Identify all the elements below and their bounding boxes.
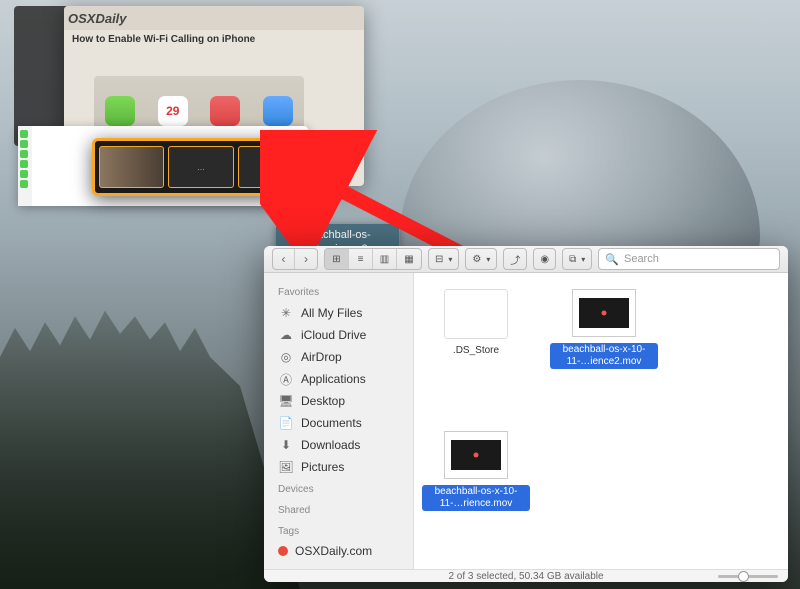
finder-sidebar: Favorites ✳ All My Files ☁ iCloud Drive ◎ Air… — [264, 273, 414, 569]
view-gallery-button[interactable]: ▦ — [397, 249, 421, 269]
sidebar-item-downloads[interactable]: ⬇ Downloads — [264, 434, 413, 456]
messages-icon — [105, 96, 135, 126]
quicktime-clip-3[interactable]: ... — [238, 146, 303, 188]
tag-dot-icon — [278, 546, 288, 556]
finder-toolbar: ‹ › ⊞ ≡ ▥ ▦ ⊟ ⚙ ⤴ ◉ ⧉ 🔍 Search — [264, 246, 788, 273]
photos-icon — [210, 96, 240, 126]
blank-file-icon — [444, 289, 508, 339]
sidebar-favorites-header: Favorites — [264, 281, 413, 302]
pictures-icon: 🖼 — [278, 459, 294, 475]
sidebar-item-desktop[interactable]: 🖥 Desktop — [264, 390, 413, 412]
sidebar-item-label: Documents — [301, 416, 362, 430]
sidebar-item-star[interactable]: ✳ All My Files — [264, 302, 413, 324]
calendar-icon: 29 — [158, 96, 188, 126]
movie-thumb-icon — [444, 431, 508, 479]
file-item[interactable]: beachball-os-x-10-11-…ience2.mov — [550, 289, 658, 369]
safari-icon — [263, 96, 293, 126]
sidebar-item-label: OSXDaily.com — [295, 544, 372, 558]
article-headline: How to Enable Wi-Fi Calling on iPhone — [64, 30, 364, 49]
site-logo: OSXDaily — [68, 11, 127, 26]
sidebar-item-label: Applications — [301, 372, 366, 386]
dropbox-button[interactable]: ⧉ — [562, 248, 592, 270]
search-field[interactable]: 🔍 Search — [598, 248, 780, 270]
file-label: beachball-os-x-10-11-…ience2.mov — [550, 343, 658, 369]
cloud-icon: ☁ — [278, 327, 294, 343]
movie-thumb-icon — [572, 289, 636, 337]
airdrop-icon: ◎ — [278, 349, 294, 365]
quicktime-clip-2[interactable]: ... — [168, 146, 233, 188]
share-button[interactable]: ⤴ — [503, 248, 527, 270]
apps-icon: Ⓐ — [278, 371, 294, 387]
search-placeholder: Search — [624, 253, 659, 265]
sidebar-item-label: Desktop — [301, 394, 345, 408]
file-item[interactable]: .DS_Store — [422, 289, 530, 357]
desktop-icon: 🖥 — [278, 393, 294, 409]
sidebar-item-docs[interactable]: 📄 Documents — [264, 412, 413, 434]
sidebar-shared-header: Shared — [264, 499, 413, 520]
status-text: 2 of 3 selected, 50.34 GB available — [448, 571, 603, 582]
sidebar-item-label: Pictures — [301, 460, 344, 474]
tags-button[interactable]: ◉ — [533, 248, 556, 270]
search-icon: 🔍 — [605, 253, 619, 266]
sidebar-item-apps[interactable]: Ⓐ Applications — [264, 368, 413, 390]
finder-file-area[interactable]: .DS_Store beachball-os-x-10-11-…ience2.mo… — [414, 273, 788, 569]
sidebar-item-label: AirDrop — [301, 350, 342, 364]
star-icon: ✳ — [278, 305, 294, 321]
sidebar-item-airdrop[interactable]: ◎ AirDrop — [264, 346, 413, 368]
file-item[interactable]: beachball-os-x-10-11-…rience.mov — [422, 431, 530, 511]
view-list-button[interactable]: ≡ — [349, 249, 373, 269]
finder-statusbar: 2 of 3 selected, 50.34 GB available — [264, 569, 788, 582]
view-column-button[interactable]: ▥ — [373, 249, 397, 269]
sidebar-item-label: All My Files — [301, 306, 362, 320]
sidebar-item-cloud[interactable]: ☁ iCloud Drive — [264, 324, 413, 346]
sidebar-devices-header: Devices — [264, 478, 413, 499]
sidebar-item-pictures[interactable]: 🖼 Pictures — [264, 456, 413, 478]
nav-back-button[interactable]: ‹ — [273, 249, 295, 269]
file-label: .DS_Store — [453, 345, 499, 357]
sidebar-item-label: iCloud Drive — [301, 328, 366, 342]
nav-forward-button[interactable]: › — [295, 249, 317, 269]
action-button[interactable]: ⚙ — [465, 248, 497, 270]
finder-window[interactable]: Combine m e files with QuickTime ‹ › ⊞ ≡… — [264, 246, 788, 582]
icon-size-slider[interactable] — [718, 575, 778, 578]
sidebar-tag[interactable]: OSXDaily.com — [264, 541, 413, 561]
quicktime-clip-1[interactable] — [99, 146, 164, 188]
view-icon-button[interactable]: ⊞ — [325, 249, 349, 269]
arrange-button[interactable]: ⊟ — [428, 248, 459, 270]
view-switcher: ⊞ ≡ ▥ ▦ — [324, 248, 422, 270]
docs-icon: 📄 — [278, 415, 294, 431]
downloads-icon: ⬇ — [278, 437, 294, 453]
nav-buttons: ‹ › — [272, 248, 318, 270]
file-label: beachball-os-x-10-11-…rience.mov — [422, 485, 530, 511]
sidebar-tags-header: Tags — [264, 520, 413, 541]
quicktime-clip-strip[interactable]: ... ... — [92, 138, 310, 196]
sidebar-item-label: Downloads — [301, 438, 360, 452]
